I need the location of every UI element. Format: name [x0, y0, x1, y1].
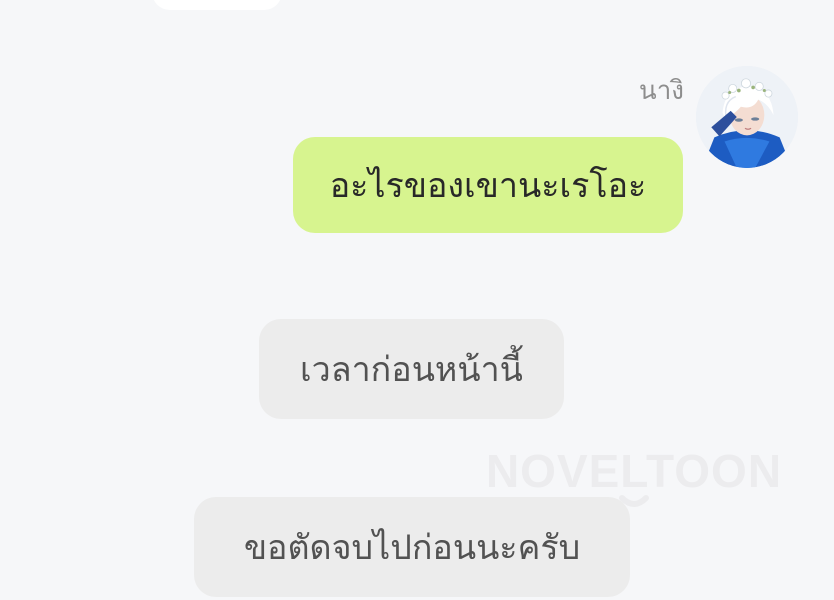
partial-message-bubble[interactable] — [152, 0, 282, 10]
sender-name: นางิ — [638, 76, 684, 106]
system-message-bubble[interactable]: เวลาก่อนหน้านี้ — [259, 319, 564, 419]
outgoing-message-bubble[interactable]: อะไรของเขานะเรโอะ — [293, 137, 683, 233]
chat-screen: นางิ อะไรของเขานะเรโอะ NOVELTOON เวลาก่อ… — [0, 0, 834, 600]
system-message-bubble[interactable]: ขอตัดจบไปก่อนนะครับ — [194, 497, 630, 597]
avatar[interactable] — [696, 66, 798, 168]
watermark-text: NOVELTOON — [485, 445, 783, 497]
avatar-illustration — [696, 66, 798, 168]
